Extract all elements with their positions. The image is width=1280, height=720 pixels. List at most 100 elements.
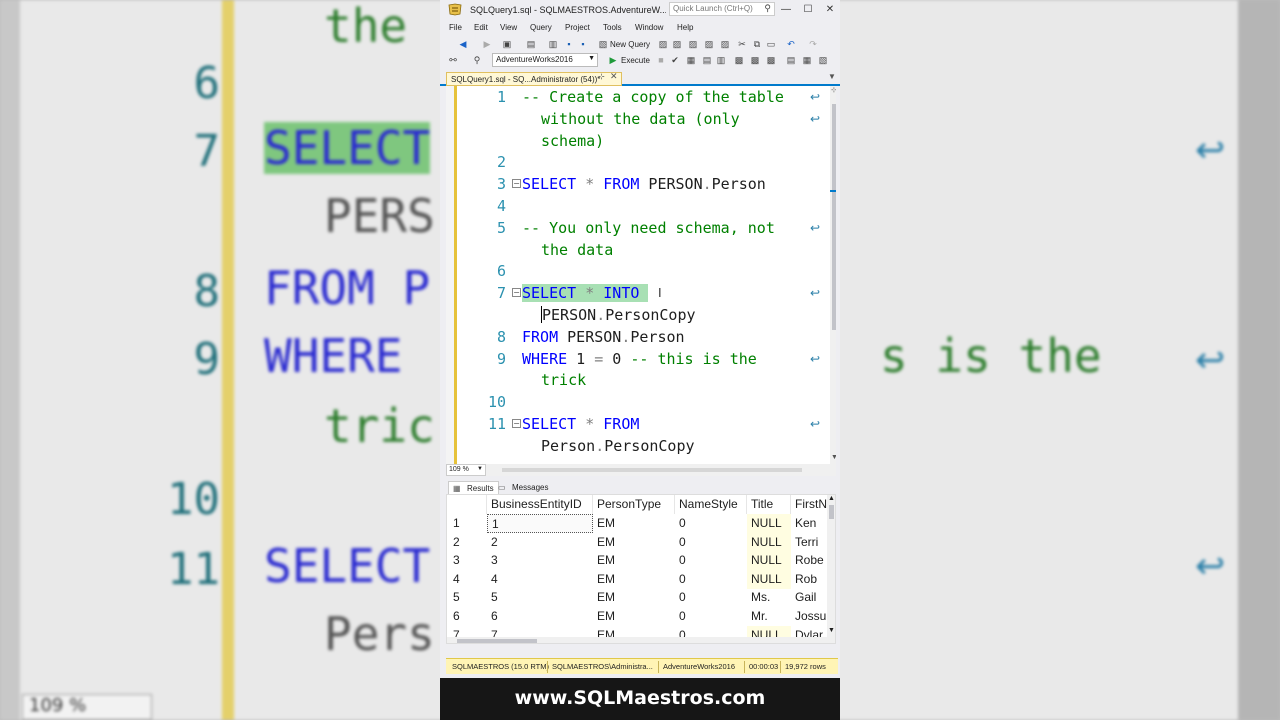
grid-cell[interactable]: 3 — [447, 551, 487, 570]
pin-icon[interactable]: ⊹ — [598, 72, 605, 81]
grid-cell[interactable]: 0 — [675, 570, 747, 589]
new-query-button[interactable]: New Query — [610, 40, 650, 49]
include-plan-icon[interactable]: ▩ — [734, 55, 744, 65]
grid-cell[interactable]: 5 — [487, 588, 593, 607]
scroll-down-icon[interactable]: ▼ — [828, 627, 835, 634]
scroll-up-icon[interactable]: ▲ — [828, 495, 835, 502]
column-header[interactable]: BusinessEntityID — [487, 495, 593, 514]
collapse-icon[interactable]: − — [512, 288, 521, 298]
table-row[interactable]: 1 1 EM 0 NULL Ken — [447, 514, 835, 533]
grid-horizontal-scrollbar[interactable] — [447, 637, 827, 643]
column-header[interactable] — [447, 495, 487, 514]
grid-cell[interactable]: 2 — [487, 533, 593, 552]
grid-cell[interactable]: EM — [593, 551, 675, 570]
collapse-icon[interactable]: − — [512, 419, 521, 428]
query-icon[interactable]: ▨ — [720, 39, 730, 49]
grid-cell[interactable]: Ms. — [747, 588, 791, 607]
undo-icon[interactable]: ↶ — [786, 39, 796, 49]
grid-cell[interactable]: 0 — [675, 533, 747, 552]
chevron-down-icon[interactable]: ▼ — [828, 72, 836, 81]
scroll-thumb[interactable] — [829, 505, 834, 519]
grid-cell[interactable]: 1 — [487, 514, 593, 533]
grid-cell[interactable]: NULL — [747, 514, 791, 533]
grid-cell[interactable]: Terri — [791, 533, 831, 552]
grid-cell[interactable]: 0 — [675, 588, 747, 607]
grid-cell[interactable]: NULL — [747, 532, 791, 552]
query-icon[interactable]: ▨ — [672, 39, 682, 49]
menu-help[interactable]: Help — [677, 23, 693, 32]
query-icon[interactable]: ▨ — [688, 39, 698, 49]
parse-icon[interactable]: ✔ — [670, 55, 680, 65]
stop-icon[interactable]: ■ — [656, 55, 666, 65]
query-editor[interactable]: 1 -- Create a copy of the table ↩ without t… — [446, 86, 836, 464]
quick-launch-input[interactable]: Quick Launch (Ctrl+Q) ⚲ — [669, 2, 775, 16]
editor-horizontal-scroll[interactable] — [502, 468, 802, 472]
query-options-icon[interactable]: ▤ — [702, 55, 712, 65]
menu-window[interactable]: Window — [635, 23, 663, 32]
tab-messages[interactable]: ▭ Messages — [494, 481, 552, 494]
table-row[interactable]: 5 5 EM 0 Ms. Gail — [447, 588, 835, 607]
results-file-icon[interactable]: ▧ — [818, 55, 828, 65]
scroll-thumb[interactable] — [832, 104, 836, 330]
grid-cell[interactable]: Rob — [791, 570, 831, 589]
connect-icon[interactable]: ⚯ — [448, 55, 458, 65]
grid-cell[interactable]: EM — [593, 533, 675, 552]
menu-file[interactable]: File — [449, 23, 462, 32]
menu-edit[interactable]: Edit — [474, 23, 488, 32]
grid-cell[interactable]: 1 — [447, 514, 487, 533]
editor-vertical-scrollbar[interactable]: ⊹ ▼ — [830, 86, 836, 464]
grid-vertical-scrollbar[interactable]: ▲ ▼ — [827, 495, 835, 643]
results-text-icon[interactable]: ▤ — [786, 55, 796, 65]
scroll-down-icon[interactable]: ▼ — [831, 454, 836, 461]
grid-cell[interactable]: EM — [593, 570, 675, 589]
open-file-icon[interactable]: ▤ — [526, 39, 536, 49]
column-header[interactable]: Title — [747, 495, 791, 514]
query-icon[interactable]: ▨ — [658, 39, 668, 49]
grid-cell[interactable]: Jossu — [791, 607, 831, 626]
grid-cell[interactable]: Ken — [791, 514, 831, 533]
grid-cell[interactable]: 2 — [447, 533, 487, 552]
column-header[interactable]: NameStyle — [675, 495, 747, 514]
display-plan-icon[interactable]: ▦ — [686, 55, 696, 65]
new-project-icon[interactable]: ▣ — [502, 39, 512, 49]
open-folder-icon[interactable]: ▥ — [548, 39, 558, 49]
live-stats-icon[interactable]: ▩ — [750, 55, 760, 65]
grid-cell[interactable]: 6 — [487, 607, 593, 626]
grid-cell[interactable]: Gail — [791, 588, 831, 607]
minimize-button[interactable]: — — [777, 2, 795, 18]
table-row[interactable]: 2 2 EM 0 NULL Terri — [447, 532, 835, 552]
query-icon[interactable]: ▨ — [704, 39, 714, 49]
grid-cell[interactable]: 0 — [675, 551, 747, 570]
grid-cell[interactable]: 4 — [487, 570, 593, 589]
column-header[interactable]: PersonType — [593, 495, 675, 514]
column-header[interactable]: FirstN — [791, 495, 831, 514]
new-query-icon[interactable]: ▧ — [598, 39, 608, 49]
menu-project[interactable]: Project — [565, 23, 590, 32]
database-select[interactable]: AdventureWorks2016 ▼ — [492, 53, 598, 67]
table-row[interactable]: 6 6 EM 0 Mr. Jossu — [447, 607, 835, 626]
grid-cell[interactable]: EM — [593, 588, 675, 607]
tab-sqlquery1[interactable]: SQLQuery1.sql - SQ...Administrator (54))… — [446, 72, 622, 86]
execute-icon[interactable]: ▶ — [608, 55, 618, 65]
close-tab-icon[interactable]: ✕ — [610, 71, 618, 82]
menu-view[interactable]: View — [500, 23, 517, 32]
collapse-icon[interactable]: − — [512, 179, 521, 189]
back-icon[interactable]: ◀ — [458, 39, 468, 49]
grid-cell[interactable]: Mr. — [747, 607, 791, 626]
execute-button[interactable]: Execute — [621, 56, 650, 65]
cut-icon[interactable]: ✂ — [737, 39, 747, 49]
close-button[interactable]: ✕ — [821, 2, 839, 18]
table-row[interactable]: 4 4 EM 0 NULL Rob — [447, 569, 835, 589]
tab-results[interactable]: ▦ Results — [448, 481, 499, 494]
grid-cell[interactable]: 6 — [447, 607, 487, 626]
paste-icon[interactable]: ▭ — [766, 39, 776, 49]
menu-tools[interactable]: Tools — [603, 23, 622, 32]
grid-cell[interactable]: 0 — [675, 607, 747, 626]
grid-cell[interactable]: EM — [593, 514, 675, 533]
grid-cell[interactable]: NULL — [747, 569, 791, 589]
copy-icon[interactable]: ⧉ — [752, 39, 762, 49]
save-all-icon[interactable]: ▪ — [578, 39, 588, 49]
save-icon[interactable]: ▪ — [564, 39, 574, 49]
maximize-button[interactable]: ☐ — [799, 2, 817, 18]
change-connection-icon[interactable]: ⚲ — [472, 55, 482, 65]
